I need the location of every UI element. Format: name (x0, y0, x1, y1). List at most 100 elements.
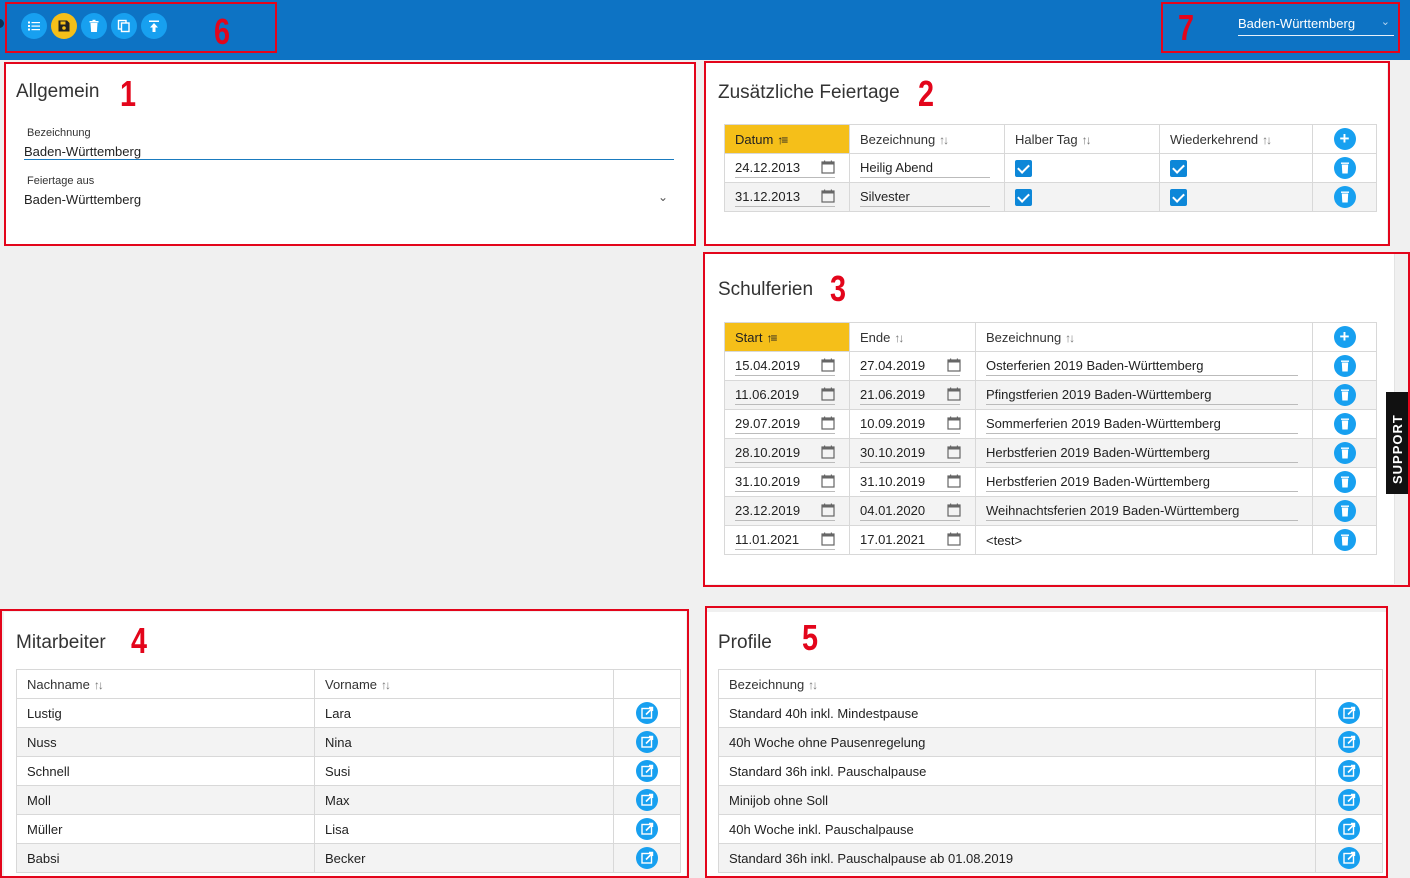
save-button[interactable] (51, 13, 77, 39)
table-row[interactable]: Müller Lisa (16, 814, 681, 844)
delete-row-button[interactable] (1333, 413, 1356, 435)
wiederkehrend-checkbox[interactable] (1170, 159, 1187, 177)
date-input[interactable]: 24.12.2013 (735, 158, 839, 178)
table-row[interactable]: Schnell Susi (16, 756, 681, 786)
feiertage-aus-select[interactable]: Baden-Württemberg (24, 192, 141, 207)
calendar-icon[interactable] (947, 474, 961, 488)
header-halber-tag[interactable]: Halber Tag ↑↓ (1004, 124, 1160, 154)
calendar-icon[interactable] (821, 160, 835, 174)
table-row[interactable]: 40h Woche ohne Pausenregelung (718, 727, 1383, 757)
header-bezeichnung[interactable]: Bezeichnung ↑↓ (975, 322, 1313, 352)
table-row[interactable]: Babsi Becker (16, 843, 681, 873)
copy-button[interactable] (111, 13, 137, 39)
edit-button[interactable] (1338, 731, 1360, 753)
add-schulferien-button[interactable]: + (1333, 326, 1356, 348)
date-input[interactable]: 23.12.2019 (735, 501, 839, 521)
date-input[interactable]: 31.10.2019 (735, 472, 839, 492)
date-input[interactable]: 11.01.2021 (735, 530, 839, 550)
edit-button[interactable] (636, 847, 658, 869)
header-start[interactable]: Start ↑≡ (724, 322, 850, 352)
calendar-icon[interactable] (821, 358, 835, 372)
edit-button[interactable] (636, 818, 658, 840)
date-input[interactable]: 28.10.2019 (735, 443, 839, 463)
list-button[interactable] (21, 13, 47, 39)
header-nachname[interactable]: Nachname ↑↓ (16, 669, 315, 699)
bezeichnung-input[interactable]: Herbstferien 2019 Baden-Württemberg (986, 472, 1298, 492)
calendar-icon[interactable] (821, 416, 835, 430)
delete-row-button[interactable] (1333, 157, 1356, 179)
date-input[interactable]: 29.07.2019 (735, 414, 839, 434)
table-row[interactable]: Standard 40h inkl. Mindestpause (718, 698, 1383, 728)
table-row[interactable]: 40h Woche inkl. Pauschalpause (718, 814, 1383, 844)
bezeichnung-input[interactable]: <test> (986, 533, 1298, 548)
calendar-icon[interactable] (821, 387, 835, 401)
edit-button[interactable] (636, 789, 658, 811)
delete-button[interactable] (81, 13, 107, 39)
bezeichnung-input[interactable]: Sommerferien 2019 Baden-Württemberg (986, 414, 1298, 434)
date-input[interactable]: 30.10.2019 (860, 443, 965, 463)
bezeichnung-input[interactable]: Baden-Württemberg (24, 144, 141, 159)
delete-row-button[interactable] (1333, 442, 1356, 464)
edit-button[interactable] (1338, 789, 1360, 811)
edit-button[interactable] (636, 702, 658, 724)
delete-row-button[interactable] (1333, 384, 1356, 406)
header-bezeichnung[interactable]: Bezeichnung ↑↓ (849, 124, 1005, 154)
edit-button[interactable] (636, 760, 658, 782)
halber-tag-checkbox[interactable] (1015, 159, 1032, 177)
calendar-icon[interactable] (947, 503, 961, 517)
date-input[interactable]: 10.09.2019 (860, 414, 965, 434)
delete-row-button[interactable] (1333, 186, 1356, 208)
edit-button[interactable] (1338, 702, 1360, 724)
date-input[interactable]: 21.06.2019 (860, 385, 965, 405)
calendar-icon[interactable] (947, 532, 961, 546)
header-datum[interactable]: Datum ↑≡ (724, 124, 850, 154)
bezeichnung-input[interactable]: Osterferien 2019 Baden-Württemberg (986, 356, 1298, 376)
date-input[interactable]: 11.06.2019 (735, 385, 839, 405)
edit-button[interactable] (636, 731, 658, 753)
add-feiertag-button[interactable]: + (1333, 128, 1356, 150)
date-input[interactable]: 15.04.2019 (735, 356, 839, 376)
calendar-icon[interactable] (821, 532, 835, 546)
calendar-icon[interactable] (947, 416, 961, 430)
edit-button[interactable] (1338, 818, 1360, 840)
table-row[interactable]: Standard 36h inkl. Pauschalpause ab 01.0… (718, 843, 1383, 873)
calendar-icon[interactable] (821, 474, 835, 488)
support-tab[interactable]: SUPPORT (1386, 392, 1410, 494)
header-ende[interactable]: Ende ↑↓ (849, 322, 976, 352)
edit-button[interactable] (1338, 847, 1360, 869)
calendar-icon[interactable] (947, 358, 961, 372)
calendar-icon[interactable] (947, 387, 961, 401)
bezeichnung-input[interactable]: Weihnachtsferien 2019 Baden-Württemberg (986, 501, 1298, 521)
date-input[interactable]: 17.01.2021 (860, 530, 965, 550)
header-vorname[interactable]: Vorname ↑↓ (314, 669, 614, 699)
date-input[interactable]: 04.01.2020 (860, 501, 965, 521)
table-row[interactable]: Moll Max (16, 785, 681, 815)
calendar-icon[interactable] (821, 445, 835, 459)
delete-row-button[interactable] (1333, 471, 1356, 493)
delete-row-button[interactable] (1333, 355, 1356, 377)
calendar-icon[interactable] (947, 445, 961, 459)
bezeichnung-input[interactable]: Pfingstferien 2019 Baden-Württemberg (986, 385, 1298, 405)
table-row[interactable]: Minijob ohne Soll (718, 785, 1383, 815)
table-row[interactable]: Lustig Lara (16, 698, 681, 728)
bezeichnung-input[interactable]: Heilig Abend (860, 158, 990, 178)
bezeichnung-input[interactable]: Silvester (860, 187, 990, 207)
halber-tag-checkbox[interactable] (1015, 188, 1032, 206)
table-row[interactable]: Standard 36h inkl. Pauschalpause (718, 756, 1383, 786)
calendar-icon[interactable] (821, 503, 835, 517)
header-wiederkehrend[interactable]: Wiederkehrend ↑↓ (1159, 124, 1313, 154)
delete-row-button[interactable] (1333, 500, 1356, 522)
edit-button[interactable] (1338, 760, 1360, 782)
delete-row-button[interactable] (1333, 529, 1356, 551)
calendar-icon[interactable] (821, 189, 835, 203)
date-input[interactable]: 31.12.2013 (735, 187, 839, 207)
date-input[interactable]: 27.04.2019 (860, 356, 965, 376)
date-input[interactable]: 31.10.2019 (860, 472, 965, 492)
bezeichnung-input[interactable]: Herbstferien 2019 Baden-Württemberg (986, 443, 1298, 463)
region-select[interactable]: Baden-Württemberg ⌄ (1238, 14, 1394, 36)
upload-button[interactable] (141, 13, 167, 39)
wiederkehrend-checkbox[interactable] (1170, 188, 1187, 206)
chevron-down-icon[interactable]: ⌄ (658, 190, 668, 204)
header-bezeichnung[interactable]: Bezeichnung ↑↓ (718, 669, 1316, 699)
table-row[interactable]: Nuss Nina (16, 727, 681, 757)
